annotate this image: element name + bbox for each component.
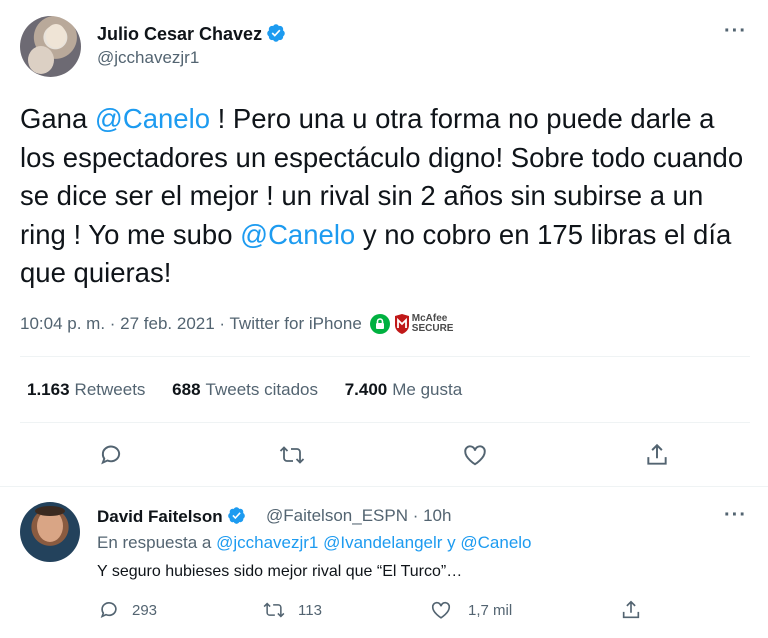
- like-icon: [464, 445, 486, 466]
- more-icon[interactable]: ···: [724, 20, 747, 43]
- tweet-text-part: Gana: [20, 103, 95, 134]
- retweet-icon: [279, 446, 305, 464]
- retweet-icon: [263, 602, 285, 618]
- reply-replies-count: 293: [132, 601, 158, 619]
- author-avatar[interactable]: [20, 16, 81, 77]
- author-name[interactable]: Julio Cesar Chavez: [97, 23, 286, 45]
- tweet-meta: 10:04 p. m. · 27 feb. 2021 · Twitter for…: [20, 314, 453, 334]
- mcafee-secure-label: SECURE: [411, 323, 454, 334]
- reply-retweets-count: 113: [298, 601, 322, 619]
- divider: [0, 486, 768, 487]
- more-icon[interactable]: ···: [724, 504, 747, 527]
- reply-share-button[interactable]: [620, 597, 642, 623]
- verified-badge-icon: [227, 507, 245, 524]
- like-button[interactable]: [460, 440, 490, 470]
- verified-badge-icon: [267, 24, 285, 42]
- divider: [20, 422, 750, 423]
- reply-prefix: En respuesta a: [97, 533, 217, 552]
- reply-context: En respuesta a @jcchavezjr1 @Ivandelange…: [97, 533, 532, 553]
- share-button[interactable]: [642, 440, 672, 470]
- reply-retweet-button[interactable]: 113: [262, 597, 322, 623]
- reply-text: Y seguro hubieses sido mejor rival que “…: [97, 563, 463, 580]
- reply-like-button[interactable]: 1,7 mil: [430, 597, 512, 623]
- likes-label: Me gusta: [392, 380, 463, 399]
- reply-likes-count: 1,7 mil: [468, 601, 513, 619]
- quotes-label: Tweets citados: [205, 380, 318, 399]
- reply-reply-button[interactable]: 293: [98, 597, 157, 623]
- mcafee-badge: McAfee SECURE: [394, 314, 454, 334]
- author-name-text: Julio Cesar Chavez: [97, 24, 263, 44]
- tweet-stats: 1.163 Retweets 688 Tweets citados 7.400 Me …: [27, 380, 484, 400]
- mcafee-shield-icon: [394, 314, 409, 334]
- retweets-label: Retweets: [74, 380, 146, 399]
- reply-author-name-text: David Faitelson: [97, 507, 223, 526]
- reply-mentions[interactable]: @jcchavezjr1 @Ivandelangelr y @Canelo: [216, 533, 531, 552]
- retweets-count: 1.163: [27, 380, 70, 399]
- share-icon: [622, 600, 640, 619]
- like-icon: [431, 601, 451, 619]
- reply-actions: 293 113 1,7 mil: [0, 597, 768, 623]
- share-icon: [647, 443, 667, 465]
- tweet-actions: [0, 440, 768, 470]
- reply-author-handle[interactable]: @Faitelson_ESPN · 10h: [266, 506, 451, 526]
- mention-link[interactable]: @Canelo: [95, 103, 210, 134]
- reply-icon: [101, 445, 121, 465]
- tweet-text: Gana @Canelo ! Pero una u otra forma no …: [20, 100, 750, 293]
- likes-count: 7.400: [344, 380, 388, 399]
- reply-author-name[interactable]: David Faitelson: [97, 506, 246, 527]
- reply-button[interactable]: [96, 440, 126, 470]
- tweet-timestamp[interactable]: 10:04 p. m. · 27 feb. 2021 · Twitter for…: [20, 314, 362, 334]
- reply-icon: [100, 602, 117, 618]
- quotes-count: 688: [172, 380, 201, 399]
- divider: [20, 356, 750, 357]
- lock-icon: [369, 314, 390, 334]
- likes-stat[interactable]: 7.400 Me gusta: [345, 380, 462, 400]
- author-handle[interactable]: @jcchavezjr1: [97, 48, 199, 68]
- quotes-stat[interactable]: 688 Tweets citados: [172, 380, 318, 400]
- retweets-stat[interactable]: 1.163 Retweets: [27, 380, 145, 400]
- retweet-button[interactable]: [277, 440, 307, 470]
- mention-link[interactable]: @Canelo: [240, 219, 355, 250]
- reply-author-avatar[interactable]: [20, 502, 80, 562]
